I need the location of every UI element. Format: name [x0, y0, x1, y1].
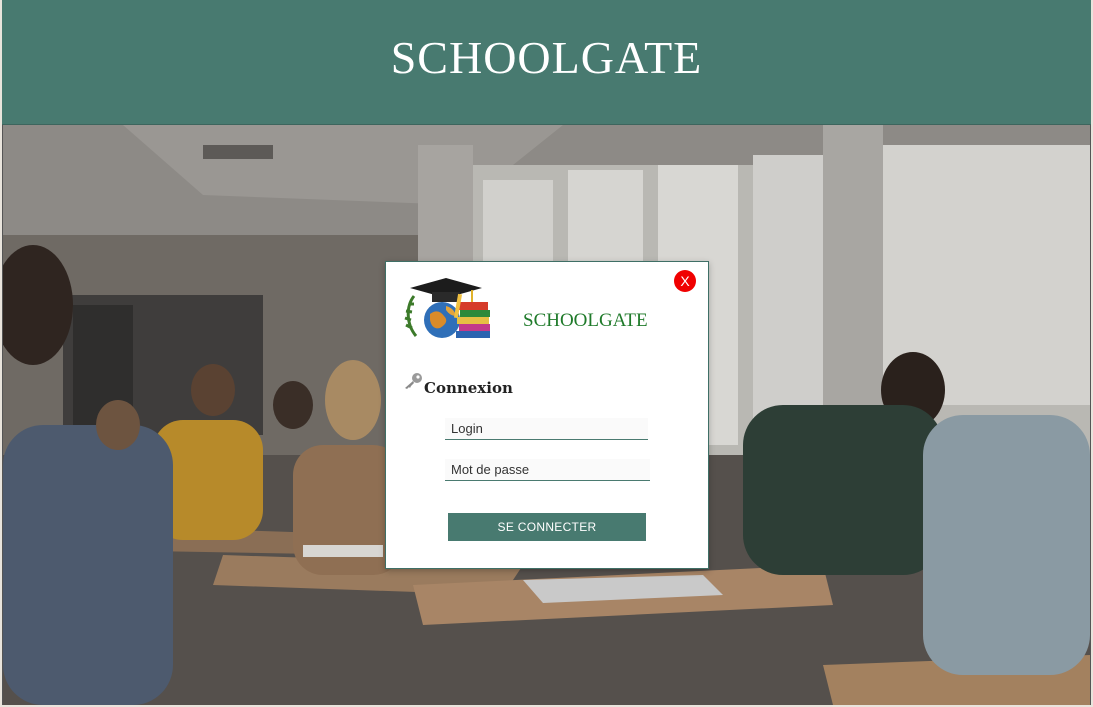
password-input[interactable] — [445, 459, 650, 481]
key-icon — [403, 372, 425, 390]
dialog-brand-name: SCHOOLGATE — [523, 310, 648, 331]
login-dialog: X SCHOOLGATE Connexion Login SE CONNECTE… — [385, 261, 709, 569]
graduation-logo-icon — [402, 276, 496, 342]
close-button[interactable]: X — [674, 270, 696, 292]
login-section-title: Connexion — [424, 379, 513, 397]
app-header: SCHOOLGATE — [2, 0, 1091, 125]
login-submit-button[interactable]: SE CONNECTER — [448, 513, 646, 541]
login-input[interactable] — [445, 418, 648, 440]
app-title: SCHOOLGATE — [390, 31, 703, 83]
